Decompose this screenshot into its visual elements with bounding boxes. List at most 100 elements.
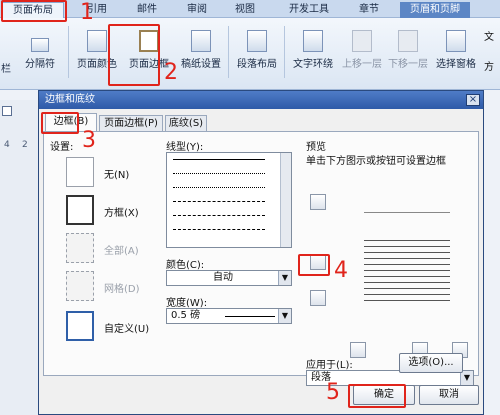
top-border-button[interactable] bbox=[310, 194, 326, 210]
bring-forward-button[interactable]: 上移一层 bbox=[340, 26, 384, 70]
borders-shading-dialog: 边框和底纹 × 边框(B) 页面边框(P) 底纹(S) 设置: 无(N) 方框(… bbox=[38, 90, 484, 415]
bring-forward-icon bbox=[352, 30, 372, 52]
preview-line bbox=[364, 288, 450, 289]
page-border-label: 页面边框 bbox=[129, 59, 169, 70]
annotation-number-5: 5 bbox=[326, 380, 340, 405]
tab-shading[interactable]: 底纹(S) bbox=[165, 115, 207, 131]
preview-line bbox=[364, 270, 450, 271]
ribbon-fragment-text: 方 bbox=[484, 62, 494, 73]
preview-line bbox=[364, 276, 450, 277]
preview-hint: 单击下方图示或按钮可设置边框 bbox=[306, 156, 446, 167]
cancel-button[interactable]: 取消 bbox=[419, 385, 479, 405]
tab-review[interactable]: 审阅 bbox=[180, 2, 214, 18]
setting-grid-icon bbox=[66, 271, 94, 301]
preview-line bbox=[364, 252, 450, 253]
setting-none-label: 无(N) bbox=[104, 170, 130, 181]
apply-label: 应用于(L): bbox=[306, 360, 353, 371]
annotation-number-1: 1 bbox=[80, 0, 94, 25]
send-backward-label: 下移一层 bbox=[388, 59, 428, 70]
chevron-down-icon: ▼ bbox=[278, 309, 291, 323]
preview-label: 预览 bbox=[306, 142, 326, 153]
color-select[interactable]: 自动 ▼ bbox=[166, 270, 292, 286]
page-color-button[interactable]: 页面颜色 bbox=[72, 26, 122, 70]
width-select[interactable]: 0.5 磅 ▼ bbox=[166, 308, 292, 324]
paper-grid-icon bbox=[191, 30, 211, 52]
setting-none-icon bbox=[66, 157, 94, 187]
style-label: 线型(Y): bbox=[166, 142, 204, 153]
preview-line bbox=[364, 240, 450, 241]
breaks-button[interactable]: 分隔符 bbox=[16, 26, 64, 70]
line-style-solid[interactable] bbox=[173, 159, 265, 160]
preview-line bbox=[364, 258, 450, 259]
preview-line bbox=[364, 282, 450, 283]
setting-box-label: 方框(X) bbox=[104, 208, 139, 219]
borders-panel: 设置: 无(N) 方框(X) 全部(A) 网格(D) 自定义(U) 线型(Y): bbox=[43, 131, 479, 386]
setting-all-label: 全部(A) bbox=[104, 246, 139, 257]
tab-header-footer[interactable]: 页眉和页脚 bbox=[400, 2, 470, 18]
paper-setup-button[interactable]: 稿纸设置 bbox=[176, 26, 226, 70]
dialog-titlebar: 边框和底纹 × bbox=[39, 91, 483, 109]
tab-developer[interactable]: 开发工具 bbox=[280, 2, 338, 18]
ruler-number: 4 bbox=[4, 140, 10, 150]
paper-setup-label: 稿纸设置 bbox=[181, 59, 221, 70]
dialog-title: 边框和底纹 bbox=[45, 94, 95, 105]
ok-button[interactable]: 确定 bbox=[353, 385, 415, 405]
width-label: 宽度(W): bbox=[166, 298, 208, 309]
text-wrap-label: 文字环绕 bbox=[293, 59, 333, 70]
text-wrap-button[interactable]: 文字环绕 bbox=[288, 26, 338, 70]
annotation-number-4: 4 bbox=[334, 258, 348, 283]
line-style-dash-dot[interactable] bbox=[173, 229, 265, 230]
page-border-icon bbox=[139, 30, 159, 52]
middle-border-button[interactable] bbox=[310, 254, 326, 270]
setting-label: 设置: bbox=[50, 142, 74, 153]
options-button[interactable]: 选项(O)... bbox=[399, 353, 463, 373]
doc-icon bbox=[2, 106, 12, 116]
selection-pane-icon bbox=[446, 30, 466, 52]
ribbon-tab-bar: 页面布局 引用 邮件 审阅 视图 开发工具 章节 页眉和页脚 bbox=[0, 0, 500, 18]
preview-line bbox=[364, 294, 450, 295]
close-button[interactable]: × bbox=[466, 94, 480, 106]
line-style-dotted[interactable] bbox=[173, 173, 265, 174]
columns-label: 栏 bbox=[1, 64, 11, 75]
breaks-icon bbox=[31, 38, 49, 52]
line-style-dashed[interactable] bbox=[173, 201, 265, 202]
select-pane-button[interactable]: 选择窗格 bbox=[432, 26, 480, 70]
setting-all-icon bbox=[66, 233, 94, 263]
line-style-dotted-fine[interactable] bbox=[173, 187, 265, 188]
chevron-down-icon: ▼ bbox=[460, 371, 473, 385]
ribbon-separator bbox=[228, 26, 229, 78]
ribbon-fragment-text: 文 bbox=[484, 32, 494, 43]
preview-page bbox=[364, 212, 450, 322]
columns-button[interactable]: 栏 bbox=[0, 60, 12, 75]
close-icon: × bbox=[468, 94, 478, 105]
breaks-label: 分隔符 bbox=[25, 59, 55, 70]
width-value: 0.5 磅 bbox=[171, 310, 201, 321]
tab-page-layout[interactable]: 页面布局 bbox=[2, 2, 64, 18]
page-color-label: 页面颜色 bbox=[77, 59, 117, 70]
text-wrap-icon bbox=[303, 30, 323, 52]
tab-mailings[interactable]: 邮件 bbox=[130, 2, 164, 18]
tab-page-border[interactable]: 页面边框(P) bbox=[99, 115, 163, 131]
line-style-scrollbar[interactable] bbox=[280, 153, 291, 247]
preview-line bbox=[364, 264, 450, 265]
left-ruler-strip: 4 2 bbox=[0, 100, 42, 415]
paragraph-layout-icon bbox=[247, 30, 267, 52]
para-layout-button[interactable]: 段落布局 bbox=[232, 26, 282, 70]
send-backward-button[interactable]: 下移一层 bbox=[386, 26, 430, 70]
line-style-dash-long[interactable] bbox=[173, 215, 265, 216]
width-line-sample bbox=[225, 316, 275, 317]
line-style-list[interactable] bbox=[166, 152, 292, 248]
preview-line bbox=[364, 300, 450, 301]
setting-custom-label: 自定义(U) bbox=[104, 324, 150, 335]
color-label: 颜色(C): bbox=[166, 260, 205, 271]
tab-view[interactable]: 视图 bbox=[228, 2, 262, 18]
color-value: 自动 bbox=[213, 272, 233, 283]
bottom-border-button[interactable] bbox=[310, 290, 326, 306]
annotation-number-3: 3 bbox=[82, 128, 96, 153]
setting-box-icon bbox=[66, 195, 94, 225]
para-layout-label: 段落布局 bbox=[237, 59, 277, 70]
setting-custom-icon bbox=[66, 311, 94, 341]
send-backward-icon bbox=[398, 30, 418, 52]
tab-chapter[interactable]: 章节 bbox=[352, 2, 386, 18]
setting-grid-label: 网格(D) bbox=[104, 284, 140, 295]
